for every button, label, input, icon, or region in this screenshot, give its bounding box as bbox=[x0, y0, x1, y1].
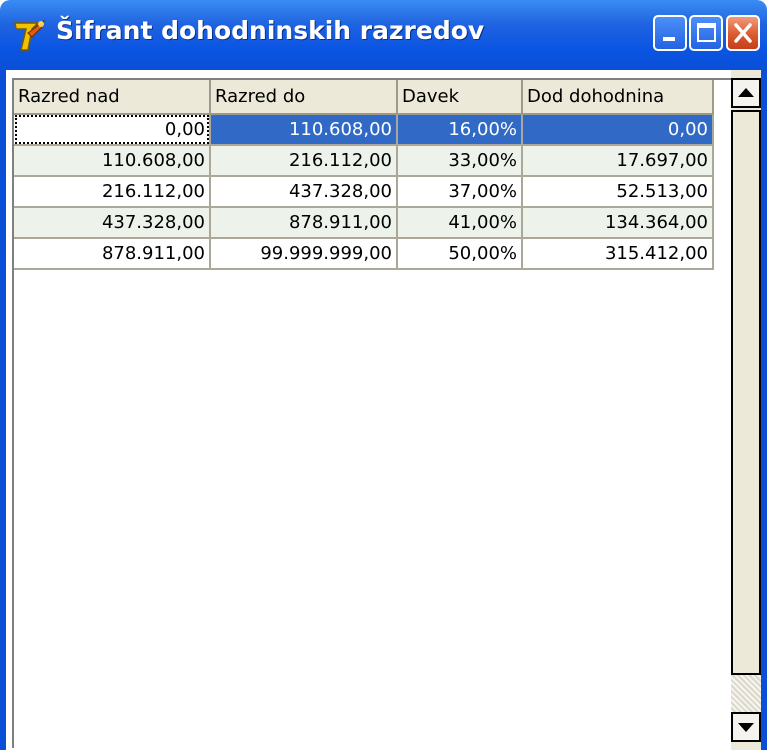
cell-razred-nad[interactable]: 878.911,00 bbox=[14, 238, 211, 270]
scroll-up-arrow-icon bbox=[738, 88, 754, 97]
table-row[interactable]: 437.328,00 878.911,00 41,00% 134.364,00 bbox=[14, 207, 714, 239]
cell-razred-do[interactable]: 99.999.999,00 bbox=[210, 238, 398, 270]
column-header-razred-nad[interactable]: Razred nad bbox=[14, 80, 211, 115]
table-row[interactable]: 0,00 110.608,00 16,00% 0,00 bbox=[14, 114, 714, 146]
grid-header-row: Razred nad Razred do Davek Dod dohodnina bbox=[14, 80, 714, 115]
cell-davek[interactable]: 16,00% bbox=[397, 114, 523, 146]
cell-razred-do[interactable]: 110.608,00 bbox=[210, 114, 398, 146]
scroll-down-arrow-icon bbox=[738, 723, 754, 732]
cell-razred-nad[interactable]: 110.608,00 bbox=[14, 145, 211, 177]
cell-razred-nad[interactable]: 0,00 bbox=[14, 114, 211, 146]
minimize-button[interactable] bbox=[653, 15, 687, 51]
title-bar[interactable]: Šifrant dohodninskih razredov bbox=[0, 0, 767, 70]
cell-davek[interactable]: 41,00% bbox=[397, 207, 523, 239]
table-row[interactable]: 216.112,00 437.328,00 37,00% 52.513,00 bbox=[14, 176, 714, 208]
scrollbar-thumb[interactable] bbox=[731, 110, 761, 675]
cell-dod-dohodnina[interactable]: 0,00 bbox=[522, 114, 714, 146]
maximize-icon bbox=[697, 23, 716, 42]
minimize-icon bbox=[663, 37, 675, 41]
cell-razred-do[interactable]: 878.911,00 bbox=[210, 207, 398, 239]
column-header-razred-do[interactable]: Razred do bbox=[210, 80, 398, 115]
table-row[interactable]: 110.608,00 216.112,00 33,00% 17.697,00 bbox=[14, 145, 714, 177]
cell-davek[interactable]: 37,00% bbox=[397, 176, 523, 208]
cell-davek[interactable]: 33,00% bbox=[397, 145, 523, 177]
window-title: Šifrant dohodninskih razredov bbox=[56, 16, 485, 45]
close-icon bbox=[734, 23, 752, 43]
column-header-dod-dohodnina[interactable]: Dod dohodnina bbox=[522, 80, 714, 115]
cell-dod-dohodnina[interactable]: 17.697,00 bbox=[522, 145, 714, 177]
table-row[interactable]: 878.911,00 99.999.999,00 50,00% 315.412,… bbox=[14, 238, 714, 270]
scrollbar-track[interactable] bbox=[731, 675, 761, 712]
app-logo-icon bbox=[14, 19, 45, 51]
tax-bracket-grid[interactable]: Razred nad Razred do Davek Dod dohodnina… bbox=[14, 80, 714, 270]
cell-dod-dohodnina[interactable]: 134.364,00 bbox=[522, 207, 714, 239]
cell-dod-dohodnina[interactable]: 315.412,00 bbox=[522, 238, 714, 270]
cell-davek[interactable]: 50,00% bbox=[397, 238, 523, 270]
maximize-button[interactable] bbox=[689, 15, 723, 51]
vertical-scrollbar[interactable] bbox=[731, 70, 761, 750]
close-button[interactable] bbox=[726, 15, 760, 51]
cell-dod-dohodnina[interactable]: 52.513,00 bbox=[522, 176, 714, 208]
cell-razred-do[interactable]: 216.112,00 bbox=[210, 145, 398, 177]
column-header-davek[interactable]: Davek bbox=[397, 80, 523, 115]
app-window: Šifrant dohodninskih razredov Razred nad bbox=[0, 0, 767, 750]
scroll-up-button[interactable] bbox=[731, 78, 761, 108]
scroll-down-button[interactable] bbox=[731, 712, 761, 742]
cell-razred-do[interactable]: 437.328,00 bbox=[210, 176, 398, 208]
cell-razred-nad[interactable]: 437.328,00 bbox=[14, 207, 211, 239]
window-frame-right bbox=[761, 70, 767, 750]
cell-razred-nad[interactable]: 216.112,00 bbox=[14, 176, 211, 208]
window-client-area: Razred nad Razred do Davek Dod dohodnina… bbox=[6, 70, 761, 750]
